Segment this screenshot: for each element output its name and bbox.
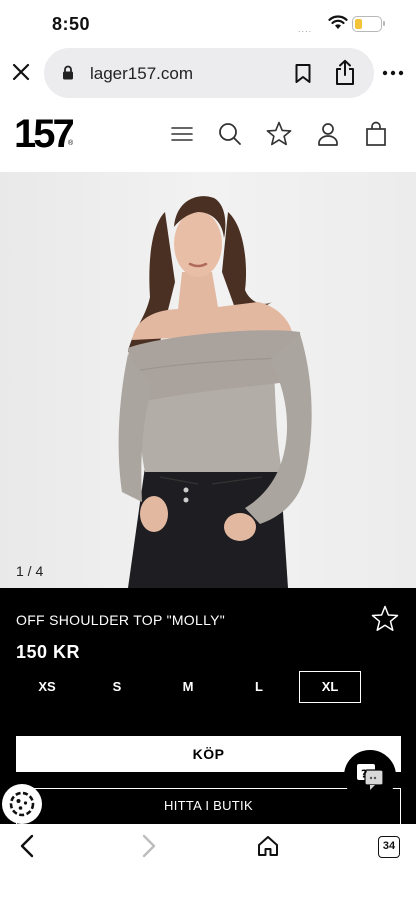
address-bar[interactable]: lager157.com [44,48,374,98]
url-text: lager157.com [90,64,194,83]
share-icon[interactable] [334,59,356,86]
product-panel: OFF SHOULDER TOP "MOLLY" 150 KR XS S M L… [0,588,416,824]
site-header: 157 ® [0,100,416,172]
back-arrow-icon[interactable] [18,834,38,858]
more-icon[interactable] [382,70,404,76]
status-bar: 8:50 .... [0,0,416,46]
size-option-s[interactable]: S [86,671,148,703]
browser-toolbar: 34 [0,824,416,900]
menu-icon[interactable] [168,120,196,148]
wifi-icon [328,15,348,29]
model-photo [0,172,416,588]
size-option-xl[interactable]: XL [299,671,361,703]
shopping-bag-icon[interactable] [362,120,390,148]
find-in-store-button[interactable]: HITTA I BUTIK [16,788,401,824]
chat-question-mark: ? [361,768,367,781]
bookmark-icon[interactable] [294,63,312,84]
size-selector: XS S M L XL [0,671,416,705]
site-logo[interactable]: 157 [14,114,75,154]
battery-fill [355,19,362,29]
product-name: OFF SHOULDER TOP "MOLLY" [16,612,226,628]
chat-icon: ? [357,764,384,790]
size-option-xs[interactable]: XS [16,671,78,703]
favorites-star-icon[interactable] [265,120,293,148]
forward-arrow-icon[interactable] [138,834,158,858]
cookie-icon [9,791,35,817]
account-icon[interactable] [314,120,342,148]
tabs-count-button[interactable]: 34 [378,836,400,858]
size-option-m[interactable]: M [157,671,219,703]
status-time: 8:50 [52,14,91,34]
image-counter: 1 / 4 [16,563,44,579]
buy-button[interactable]: KÖP [16,736,401,772]
lock-icon [63,65,73,80]
wishlist-star-icon[interactable] [370,604,400,634]
search-icon[interactable] [216,120,244,148]
chat-support-button[interactable]: ? [344,750,396,802]
size-option-l[interactable]: L [228,671,290,703]
close-icon[interactable] [10,61,32,83]
product-image[interactable]: 1 / 4 [0,172,416,588]
browser-address-row: lager157.com [0,46,416,100]
home-icon[interactable] [256,834,280,858]
registered-mark: ® [68,140,74,147]
cookie-settings-button[interactable] [2,784,42,824]
signal-icon: .... [298,25,313,34]
battery-icon [352,16,385,32]
product-price: 150 KR [16,642,81,662]
